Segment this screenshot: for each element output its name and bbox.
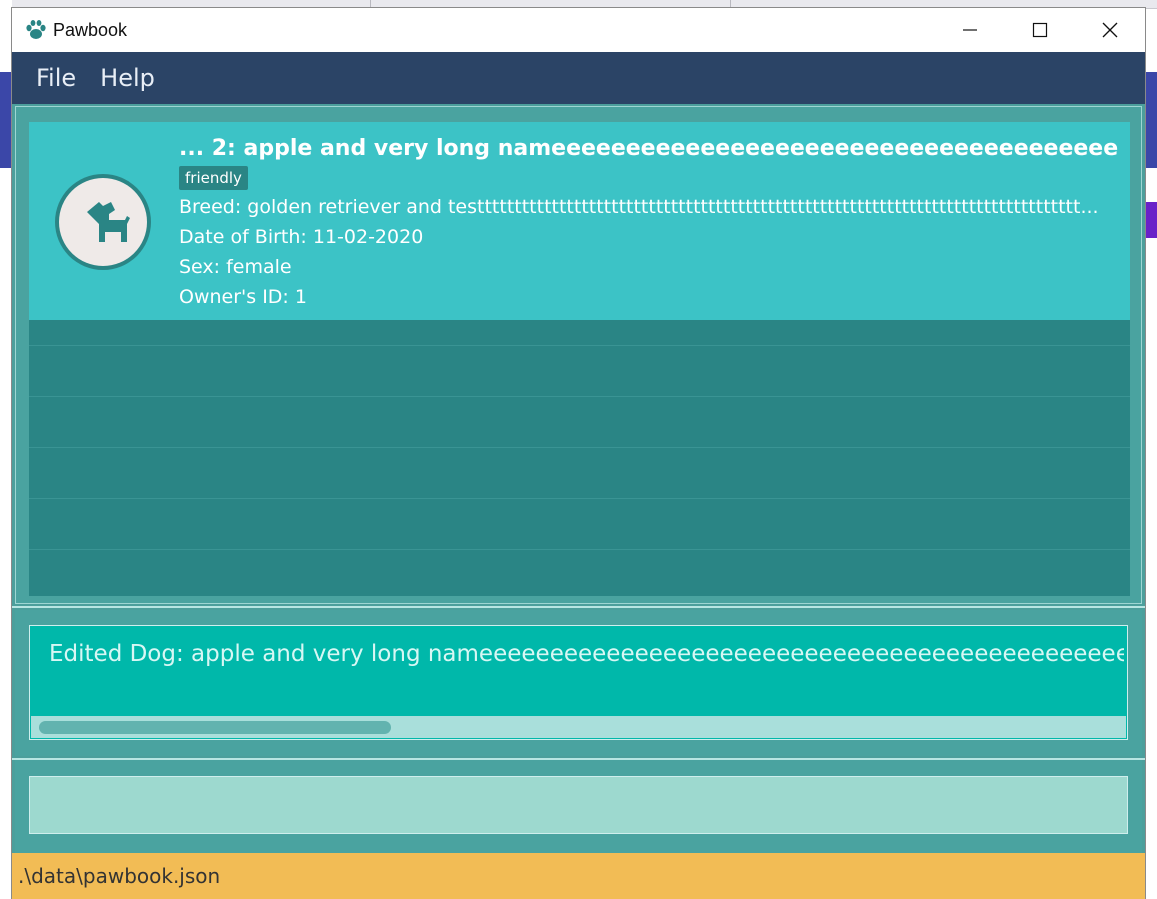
command-input[interactable] bbox=[29, 776, 1128, 834]
window-title: Pawbook bbox=[53, 20, 128, 40]
minimize-icon bbox=[962, 22, 978, 38]
maximize-button[interactable] bbox=[1005, 8, 1075, 52]
dog-card-title: ... 2: apple and very long nameeeeeeeeee… bbox=[179, 136, 1119, 161]
background-window-banner-right bbox=[1145, 72, 1157, 168]
command-panel bbox=[15, 760, 1142, 853]
dog-date-of-birth: Date of Birth: 11-02-2020 bbox=[179, 226, 424, 248]
dog-sex: Sex: female bbox=[179, 256, 292, 278]
result-text: Edited Dog: apple and very long nameeeee… bbox=[49, 641, 1124, 667]
close-icon bbox=[1101, 21, 1119, 39]
dog-icon bbox=[53, 172, 153, 272]
close-button[interactable] bbox=[1075, 8, 1145, 52]
result-display: Edited Dog: apple and very long nameeeee… bbox=[29, 625, 1128, 740]
background-window-banner bbox=[0, 72, 12, 168]
dog-breed: Breed: golden retriever and testtttttttt… bbox=[179, 196, 1099, 218]
status-bar: .\data\pawbook.json bbox=[12, 853, 1145, 899]
result-display-panel: Edited Dog: apple and very long nameeeee… bbox=[15, 610, 1142, 756]
pawbook-window: Pawbook File Help ... 2: apple and very … bbox=[12, 8, 1145, 899]
horizontal-scrollbar[interactable] bbox=[31, 716, 1126, 738]
list-row-separator bbox=[29, 549, 1130, 550]
list-row-separator bbox=[29, 396, 1130, 397]
menu-file[interactable]: File bbox=[24, 64, 88, 92]
menu-help[interactable]: Help bbox=[88, 64, 167, 92]
paw-icon bbox=[24, 18, 48, 42]
main-content: ... 2: apple and very long nameeeeeeeeee… bbox=[12, 104, 1145, 853]
dog-owner-id: Owner's ID: 1 bbox=[179, 286, 307, 308]
title-bar[interactable]: Pawbook bbox=[12, 8, 1145, 52]
list-row-separator bbox=[29, 447, 1130, 448]
save-file-path: .\data\pawbook.json bbox=[18, 864, 221, 888]
scrollbar-thumb[interactable] bbox=[39, 721, 391, 734]
panel-divider bbox=[12, 606, 1145, 608]
list-row-separator bbox=[29, 498, 1130, 499]
dog-card[interactable]: ... 2: apple and very long nameeeeeeeeee… bbox=[29, 122, 1130, 320]
background-window-button bbox=[1145, 202, 1157, 238]
dog-list-view[interactable]: ... 2: apple and very long nameeeeeeeeee… bbox=[29, 122, 1130, 596]
menu-bar: File Help bbox=[12, 52, 1145, 104]
dog-list-panel: ... 2: apple and very long nameeeeeeeeee… bbox=[15, 106, 1142, 604]
minimize-button[interactable] bbox=[935, 8, 1005, 52]
maximize-icon bbox=[1032, 22, 1048, 38]
list-row-separator bbox=[29, 345, 1130, 346]
tag-badge: friendly bbox=[179, 166, 248, 190]
